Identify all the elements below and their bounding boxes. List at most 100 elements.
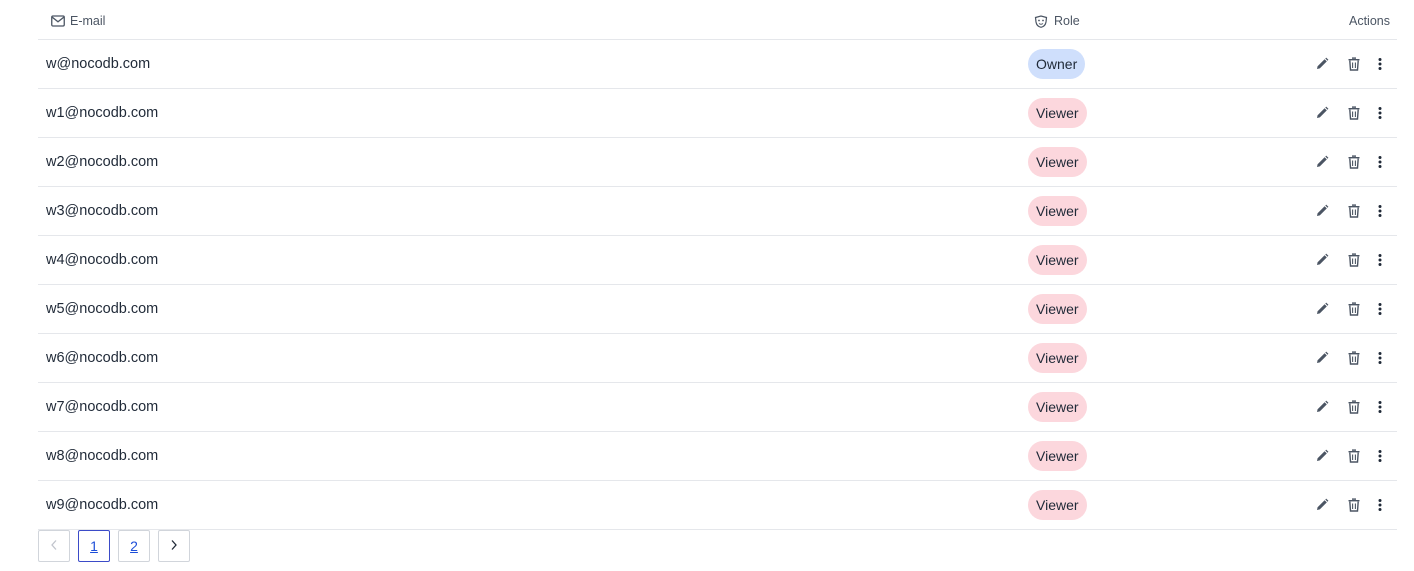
more-options-button[interactable] xyxy=(1371,251,1389,269)
edit-button[interactable] xyxy=(1313,55,1331,73)
row-actions xyxy=(1313,481,1389,529)
role-badge[interactable]: Viewer xyxy=(1028,98,1087,128)
column-header-email-label: E-mail xyxy=(70,14,106,28)
page-button-1[interactable]: 1 xyxy=(78,530,110,562)
edit-button[interactable] xyxy=(1313,398,1331,416)
role-badge[interactable]: Viewer xyxy=(1028,441,1087,471)
role-badge[interactable]: Viewer xyxy=(1028,147,1087,177)
edit-icon xyxy=(1315,253,1329,267)
row-actions xyxy=(1313,334,1389,382)
delete-button[interactable] xyxy=(1345,153,1363,171)
more-vertical-icon xyxy=(1378,204,1382,218)
page-button-2[interactable]: 2 xyxy=(118,530,150,562)
table-row: w2@nocodb.com Viewer xyxy=(38,138,1397,187)
edit-icon xyxy=(1315,57,1329,71)
delete-button[interactable] xyxy=(1345,55,1363,73)
more-vertical-icon xyxy=(1378,106,1382,120)
delete-button[interactable] xyxy=(1345,447,1363,465)
trash-icon xyxy=(1348,155,1360,169)
edit-button[interactable] xyxy=(1313,104,1331,122)
more-vertical-icon xyxy=(1378,57,1382,71)
email-cell: w2@nocodb.com xyxy=(46,154,159,170)
chevron-right-icon xyxy=(170,538,178,554)
edit-button[interactable] xyxy=(1313,447,1331,465)
delete-button[interactable] xyxy=(1345,300,1363,318)
role-badge[interactable]: Owner xyxy=(1028,49,1086,79)
edit-button[interactable] xyxy=(1313,349,1331,367)
more-options-button[interactable] xyxy=(1371,447,1389,465)
role-badge[interactable]: Viewer xyxy=(1028,392,1087,422)
more-options-button[interactable] xyxy=(1371,300,1389,318)
more-vertical-icon xyxy=(1378,449,1382,463)
column-header-email: E-mail xyxy=(51,14,105,28)
edit-icon xyxy=(1315,449,1329,463)
table-row: w3@nocodb.com Viewer xyxy=(38,187,1397,236)
column-header-actions: Actions xyxy=(1349,14,1390,28)
delete-button[interactable] xyxy=(1345,104,1363,122)
email-cell: w7@nocodb.com xyxy=(46,399,159,415)
more-options-button[interactable] xyxy=(1371,104,1389,122)
role-badge[interactable]: Viewer xyxy=(1028,196,1087,226)
table-body: w@nocodb.com Owner w1@nocodb.com Viewer w2@n… xyxy=(38,40,1397,530)
role-badge[interactable]: Viewer xyxy=(1028,294,1087,324)
row-actions xyxy=(1313,383,1389,431)
edit-icon xyxy=(1315,106,1329,120)
trash-icon xyxy=(1348,204,1360,218)
edit-button[interactable] xyxy=(1313,496,1331,514)
table-row: w7@nocodb.com Viewer xyxy=(38,383,1397,432)
more-vertical-icon xyxy=(1378,351,1382,365)
more-options-button[interactable] xyxy=(1371,496,1389,514)
column-header-role-label: Role xyxy=(1054,14,1080,28)
members-table: E-mail Role Actions w@nocodb.com Owner w1@… xyxy=(38,0,1397,530)
delete-button[interactable] xyxy=(1345,398,1363,416)
more-vertical-icon xyxy=(1378,400,1382,414)
email-cell: w5@nocodb.com xyxy=(46,301,159,317)
role-badge[interactable]: Viewer xyxy=(1028,490,1087,520)
role-badge[interactable]: Viewer xyxy=(1028,343,1087,373)
more-options-button[interactable] xyxy=(1371,398,1389,416)
trash-icon xyxy=(1348,106,1360,120)
row-actions xyxy=(1313,40,1389,88)
email-cell: w6@nocodb.com xyxy=(46,350,159,366)
table-row: w8@nocodb.com Viewer xyxy=(38,432,1397,481)
email-cell: w@nocodb.com xyxy=(46,56,151,72)
role-badge[interactable]: Viewer xyxy=(1028,245,1087,275)
table-header: E-mail Role Actions xyxy=(38,0,1397,40)
edit-button[interactable] xyxy=(1313,251,1331,269)
table-row: w6@nocodb.com Viewer xyxy=(38,334,1397,383)
row-actions xyxy=(1313,187,1389,235)
more-vertical-icon xyxy=(1378,155,1382,169)
more-options-button[interactable] xyxy=(1371,202,1389,220)
row-actions xyxy=(1313,432,1389,480)
mail-icon xyxy=(51,15,65,27)
trash-icon xyxy=(1348,449,1360,463)
edit-icon xyxy=(1315,204,1329,218)
more-options-button[interactable] xyxy=(1371,55,1389,73)
trash-icon xyxy=(1348,57,1360,71)
edit-button[interactable] xyxy=(1313,153,1331,171)
chevron-left-icon xyxy=(50,538,58,554)
row-actions xyxy=(1313,285,1389,333)
edit-button[interactable] xyxy=(1313,202,1331,220)
prev-page-button[interactable] xyxy=(38,530,70,562)
table-row: w@nocodb.com Owner xyxy=(38,40,1397,89)
more-options-button[interactable] xyxy=(1371,153,1389,171)
delete-button[interactable] xyxy=(1345,251,1363,269)
edit-icon xyxy=(1315,302,1329,316)
edit-icon xyxy=(1315,400,1329,414)
edit-icon xyxy=(1315,498,1329,512)
edit-icon xyxy=(1315,155,1329,169)
row-actions xyxy=(1313,89,1389,137)
edit-button[interactable] xyxy=(1313,300,1331,318)
column-header-role: Role xyxy=(1034,14,1080,28)
edit-icon xyxy=(1315,351,1329,365)
next-page-button[interactable] xyxy=(158,530,190,562)
delete-button[interactable] xyxy=(1345,202,1363,220)
delete-button[interactable] xyxy=(1345,349,1363,367)
more-options-button[interactable] xyxy=(1371,349,1389,367)
trash-icon xyxy=(1348,302,1360,316)
email-cell: w1@nocodb.com xyxy=(46,105,159,121)
delete-button[interactable] xyxy=(1345,496,1363,514)
table-row: w9@nocodb.com Viewer xyxy=(38,481,1397,530)
trash-icon xyxy=(1348,400,1360,414)
